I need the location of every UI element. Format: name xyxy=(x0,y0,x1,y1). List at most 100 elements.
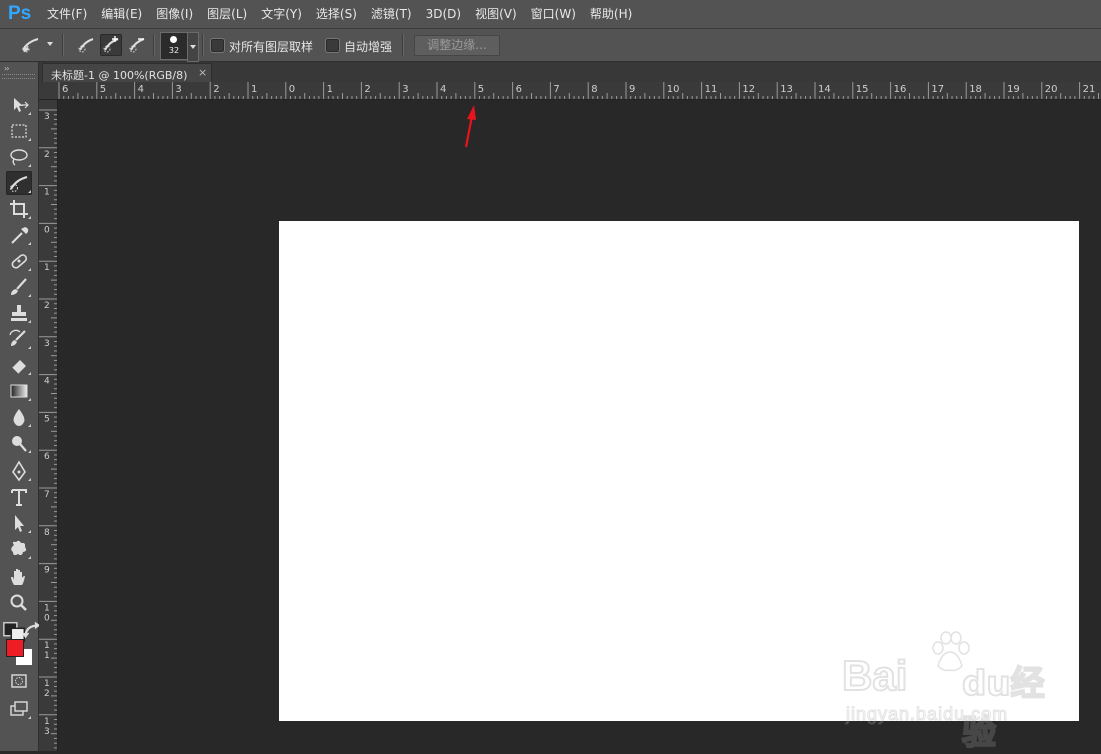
menu-filter[interactable]: 滤镜(T) xyxy=(364,0,419,28)
menu-help[interactable]: 帮助(H) xyxy=(583,0,639,28)
quick-selection-tool-icon[interactable] xyxy=(6,171,32,195)
menu-bar: Ps 文件(F) 编辑(E) 图像(I) 图层(L) 文字(Y) 选择(S) 滤镜(T) 3D… xyxy=(0,0,1101,29)
move-tool-icon[interactable] xyxy=(6,93,32,117)
ruler-tick-label: 20 xyxy=(1045,84,1058,95)
default-colors-icon[interactable] xyxy=(2,620,26,643)
subtract-from-selection-button[interactable] xyxy=(126,34,148,56)
refine-edge-button[interactable]: 调整边缘... xyxy=(414,35,500,56)
dodge-tool-icon[interactable] xyxy=(6,431,32,455)
ruler-tick-label: 9 xyxy=(44,566,50,576)
ruler-tick-label: 9 xyxy=(629,84,635,95)
divider xyxy=(402,34,404,56)
sample-all-layers-label: 对所有图层取样 xyxy=(229,40,314,54)
crop-tool-icon[interactable] xyxy=(6,197,32,221)
ruler-tick-label: 5 xyxy=(100,84,106,95)
subtract-from-selection-icon xyxy=(129,38,145,53)
hand-tool-icon[interactable] xyxy=(6,565,32,589)
ruler-tick-label: 18 xyxy=(969,84,982,95)
ruler-tick-label: 10 xyxy=(667,84,680,95)
menu-image[interactable]: 图像(I) xyxy=(149,0,200,28)
watermark-url: jingyan.baidu.com xyxy=(845,704,1009,725)
zoom-tool-icon[interactable] xyxy=(6,591,32,615)
ruler-tick-label: 12 xyxy=(742,84,755,95)
ruler-tick-label: 4 xyxy=(44,377,50,387)
history-brush-tool-icon[interactable] xyxy=(6,327,32,351)
sample-all-layers-checkbox[interactable] xyxy=(211,39,224,52)
chevron-down-icon[interactable] xyxy=(47,42,53,46)
ruler-tick-label: 10 xyxy=(44,603,50,623)
document-tab-bar: 未标题-1 @ 100%(RGB/8) × xyxy=(39,62,1101,83)
lasso-tool-icon[interactable] xyxy=(6,145,32,169)
menu-type[interactable]: 文字(Y) xyxy=(254,0,309,28)
ruler-tick-label: 2 xyxy=(44,301,50,311)
ruler-tick-label: 1 xyxy=(44,263,50,273)
menu-window[interactable]: 窗口(W) xyxy=(524,0,583,28)
clone-stamp-tool-icon[interactable] xyxy=(6,301,32,325)
vertical-ruler[interactable]: 321012345678910111213 xyxy=(39,100,58,751)
type-tool-icon[interactable] xyxy=(6,485,32,509)
menu-file[interactable]: 文件(F) xyxy=(40,0,94,28)
auto-enhance-checkbox[interactable] xyxy=(326,39,339,52)
gradient-tool-icon[interactable] xyxy=(6,379,32,403)
menu-layer[interactable]: 图层(L) xyxy=(200,0,254,28)
horizontal-ruler[interactable]: 6 5 4 3 2 1 0 1 2 3 4 5 6 7 8 9 10 11 12 13 14 15 16 17 18 19 20 21 xyxy=(57,82,1101,100)
new-selection-icon xyxy=(78,38,94,53)
tools-panel: ›› xyxy=(0,62,41,751)
horizontal-ruler-scale: 6 5 4 3 2 1 0 1 2 3 4 5 6 7 8 9 10 11 12 13 14 15 16 17 18 19 20 21 xyxy=(58,82,1099,99)
close-icon[interactable]: × xyxy=(198,66,207,79)
add-to-selection-button[interactable] xyxy=(100,34,122,56)
panel-grip[interactable] xyxy=(2,74,35,79)
add-to-selection-icon xyxy=(103,36,119,53)
ruler-origin[interactable] xyxy=(39,82,58,100)
ruler-tick-label: 13 xyxy=(780,84,793,95)
menu-view[interactable]: 视图(V) xyxy=(468,0,524,28)
ruler-tick-label: 8 xyxy=(591,84,597,95)
ruler-tick-label: 6 xyxy=(516,84,522,95)
ruler-tick-label: 6 xyxy=(62,84,68,95)
red-arrow-annotation xyxy=(464,105,476,148)
ruler-tick-label: 5 xyxy=(44,414,50,424)
document-tab-title: 未标题-1 @ 100%(RGB/8) xyxy=(51,69,188,82)
options-bar: 32 对所有图层取样 自动增强 调整边缘... xyxy=(0,29,1101,62)
watermark-brand: Bai xyxy=(841,651,908,700)
auto-enhance-label: 自动增强 xyxy=(344,40,393,54)
ruler-tick-label: 13 xyxy=(44,717,50,737)
ruler-tick-label: 14 xyxy=(818,84,831,95)
ruler-tick-label: 21 xyxy=(1083,84,1096,95)
menu-3d[interactable]: 3D(D) xyxy=(419,0,468,28)
menu-edit[interactable]: 编辑(E) xyxy=(94,0,149,28)
collapse-panel-icon[interactable]: ›› xyxy=(4,64,10,73)
ruler-tick-label: 19 xyxy=(1007,84,1020,95)
pen-tool-icon[interactable] xyxy=(6,459,32,483)
healing-brush-tool-icon[interactable] xyxy=(6,249,32,273)
new-selection-button[interactable] xyxy=(75,34,97,56)
ruler-tick-label: 5 xyxy=(478,84,484,95)
ruler-tick-label: 3 xyxy=(402,84,408,95)
custom-shape-tool-icon[interactable] xyxy=(6,537,32,561)
ruler-tick-label: 3 xyxy=(44,112,50,122)
menu-select[interactable]: 选择(S) xyxy=(309,0,364,28)
swap-colors-icon[interactable] xyxy=(20,619,41,639)
menu-list: 文件(F) 编辑(E) 图像(I) 图层(L) 文字(Y) 选择(S) 滤镜(T) 3D(D)… xyxy=(40,0,639,28)
quick-selection-brush-icon xyxy=(22,38,39,53)
ruler-tick-label: 4 xyxy=(440,84,446,95)
document-tab[interactable]: 未标题-1 @ 100%(RGB/8) × xyxy=(42,63,212,83)
ruler-tick-label: 2 xyxy=(213,84,219,95)
brush-tip-icon xyxy=(170,36,177,43)
divider xyxy=(153,34,155,56)
foreground-color-swatch[interactable] xyxy=(6,639,24,657)
marquee-tool-icon[interactable] xyxy=(6,119,32,143)
ruler-tick-label: 15 xyxy=(856,84,869,95)
brush-picker-dropdown[interactable] xyxy=(187,32,199,62)
eraser-tool-icon[interactable] xyxy=(6,353,32,377)
ruler-tick-label: 6 xyxy=(44,452,50,462)
brush-size-picker[interactable]: 32 xyxy=(160,32,188,60)
eyedropper-tool-icon[interactable] xyxy=(6,223,32,247)
screen-mode-icon[interactable] xyxy=(6,697,32,721)
blur-tool-icon[interactable] xyxy=(6,405,32,429)
quick-mask-icon[interactable] xyxy=(6,669,32,693)
ruler-tick-label: 4 xyxy=(138,84,144,95)
path-selection-tool-icon[interactable] xyxy=(6,511,32,535)
tool-preset-picker[interactable] xyxy=(20,35,42,55)
brush-tool-icon[interactable] xyxy=(6,275,32,299)
